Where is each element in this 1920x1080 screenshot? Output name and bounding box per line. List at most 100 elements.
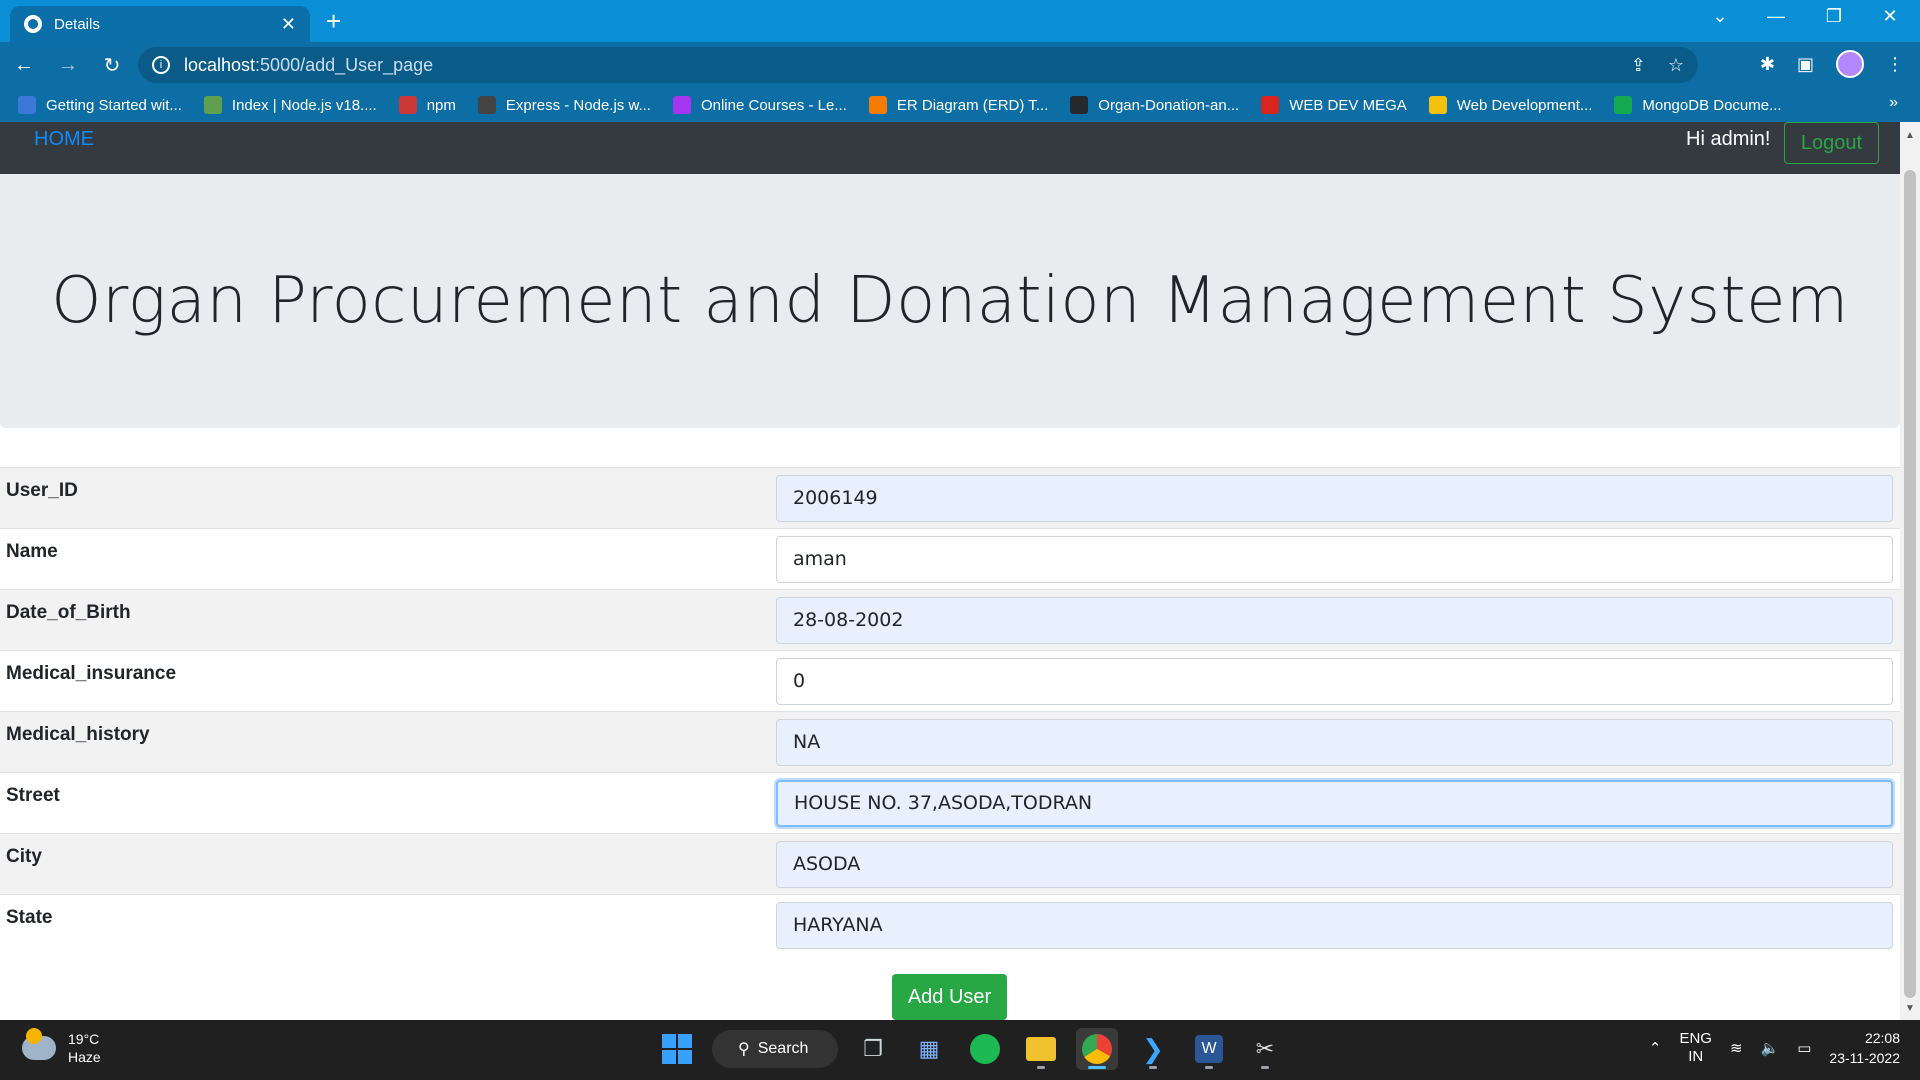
bookmark-item[interactable]: Web Development... [1428, 96, 1593, 114]
bookmark-favicon-icon [868, 96, 887, 114]
scroll-up-icon[interactable]: ▲ [1905, 130, 1915, 141]
clock-date: 23-11-2022 [1829, 1050, 1900, 1066]
field-cell: NA [770, 712, 1900, 773]
bookmark-label: Index | Node.js v18.... [231, 96, 377, 114]
lang-bottom: IN [1688, 1048, 1704, 1065]
field-label: Date_of_Birth [6, 602, 131, 623]
browser-tab[interactable]: Details ✕ [10, 6, 310, 42]
scrollbar-thumb[interactable] [1904, 170, 1916, 998]
field-label: Medical_insurance [6, 663, 177, 684]
bookmark-item[interactable]: Express - Node.js w... [477, 96, 651, 114]
field-label: Name [6, 541, 58, 562]
taskbar-search[interactable]: ⚲ Search [712, 1030, 838, 1068]
menu-icon[interactable]: ⋮ [1886, 54, 1904, 75]
field-label: User_ID [6, 480, 78, 501]
form-row: State HARYANA [0, 894, 1900, 956]
site-info-icon[interactable]: i [152, 56, 170, 74]
tab-close-button[interactable]: ✕ [281, 14, 296, 35]
bookmark-item[interactable]: MongoDB Docume... [1614, 96, 1782, 114]
form-row: Medical_insurance 0 [0, 650, 1900, 712]
bookmark-label: Web Development... [1456, 96, 1593, 114]
chrome-icon[interactable] [1076, 1028, 1118, 1070]
field-input[interactable]: 2006149 [776, 474, 1893, 522]
page-title: Organ Procurement and Donation Managemen… [51, 264, 1849, 338]
bookmark-favicon-icon [672, 96, 691, 114]
minimize-button[interactable]: — [1756, 6, 1796, 27]
word-icon[interactable]: W [1188, 1028, 1230, 1070]
site-navbar: HOME Hi admin! Logout [0, 122, 1900, 174]
bookmark-favicon-icon [1614, 96, 1633, 114]
extensions-icon[interactable]: ✱ [1760, 54, 1775, 75]
side-panel-icon[interactable]: ▣ [1797, 54, 1814, 75]
scroll-down-icon[interactable]: ▼ [1905, 1003, 1915, 1014]
home-link[interactable]: HOME [34, 128, 94, 151]
bookmark-item[interactable]: ER Diagram (ERD) T... [868, 96, 1048, 114]
form-row: Medical_history NA [0, 711, 1900, 773]
weather-widget[interactable]: 19°C Haze [22, 1028, 101, 1066]
bookmark-favicon-icon [1070, 96, 1089, 114]
bookmark-label: MongoDB Docume... [1642, 96, 1782, 114]
wifi-icon[interactable]: ≋ [1730, 1039, 1743, 1057]
weather-temp: 19°C [68, 1031, 100, 1047]
back-icon[interactable]: ← [4, 54, 44, 77]
bookmark-item[interactable]: Getting Started wit... [18, 96, 182, 114]
field-input[interactable]: aman [776, 535, 1893, 583]
bookmark-item[interactable]: Index | Node.js v18.... [203, 96, 377, 114]
bookmark-item[interactable]: Online Courses - Le... [672, 96, 847, 114]
spotify-icon[interactable] [964, 1028, 1006, 1070]
bookmark-favicon-icon [1428, 96, 1447, 114]
bookmark-favicon-icon [18, 96, 36, 114]
battery-icon[interactable]: ▭ [1797, 1039, 1811, 1057]
field-input[interactable]: ASODA [776, 840, 1893, 888]
photos-app-icon[interactable]: ▦ [908, 1028, 950, 1070]
bookmark-item[interactable]: Organ-Donation-an... [1070, 96, 1239, 114]
bookmark-label: Online Courses - Le... [700, 96, 847, 114]
snipping-tool-icon[interactable]: ✂ [1244, 1028, 1286, 1070]
field-label: City [6, 846, 42, 867]
tab-search-icon[interactable]: ⌄ [1700, 6, 1740, 27]
reload-icon[interactable]: ↻ [92, 53, 132, 78]
weather-icon [22, 1028, 56, 1060]
share-icon[interactable]: ⇪ [1631, 55, 1646, 76]
field-input[interactable]: HARYANA [776, 901, 1893, 949]
bookmark-favicon-icon [398, 96, 417, 114]
add-user-button[interactable]: Add User [892, 974, 1007, 1020]
greeting-text: Hi admin! [1686, 128, 1771, 150]
restore-button[interactable]: ❐ [1814, 6, 1854, 27]
forward-icon[interactable]: → [48, 54, 88, 77]
weather-desc: Haze [68, 1049, 101, 1065]
bookmarks-overflow-icon[interactable]: » [1889, 94, 1898, 112]
form-row: Name aman [0, 528, 1900, 590]
logout-button[interactable]: Logout [1784, 122, 1879, 164]
task-view-icon[interactable]: ❐ [852, 1028, 894, 1070]
volume-icon[interactable]: 🔈 [1761, 1039, 1780, 1057]
close-window-button[interactable]: ✕ [1870, 6, 1910, 27]
search-icon: ⚲ [738, 1041, 750, 1058]
page-scrollbar[interactable]: ▲ ▼ [1900, 122, 1920, 1020]
page-viewport: HOME Hi admin! Logout Organ Procurement … [0, 122, 1900, 1020]
vscode-icon[interactable]: ❯ [1132, 1028, 1174, 1070]
field-input[interactable]: 28-08-2002 [776, 596, 1893, 644]
language-indicator[interactable]: ENG IN [1679, 1030, 1712, 1066]
field-input[interactable]: HOUSE NO. 37,ASODA,TODRAN [776, 779, 1893, 827]
bookmark-star-icon[interactable]: ☆ [1668, 55, 1684, 76]
address-bar[interactable]: i localhost :5000/add_User_page ⇪ ☆ [138, 47, 1698, 83]
field-input[interactable]: NA [776, 718, 1893, 766]
field-input[interactable]: 0 [776, 657, 1893, 705]
field-label: Street [6, 785, 60, 806]
start-button[interactable] [656, 1028, 698, 1070]
windows-taskbar: 19°C Haze ⚲ Search ❐ ▦ ❯ W ✂ ⌃ ENG IN ≋ … [0, 1020, 1920, 1080]
lang-top: ENG [1679, 1030, 1712, 1047]
system-clock[interactable]: 22:08 23-11-2022 [1829, 1028, 1900, 1068]
form-row: City ASODA [0, 833, 1900, 895]
profile-avatar[interactable] [1836, 50, 1864, 78]
file-explorer-icon[interactable] [1020, 1028, 1062, 1070]
field-cell: 0 [770, 651, 1900, 712]
bookmark-label: Organ-Donation-an... [1098, 96, 1240, 114]
bookmark-favicon-icon [1261, 96, 1280, 114]
chevron-up-icon[interactable]: ⌃ [1649, 1039, 1662, 1057]
bookmarks-bar: Getting Started wit... Index | Node.js v1… [0, 88, 1920, 122]
new-tab-button[interactable]: + [326, 8, 341, 34]
bookmark-item[interactable]: npm [398, 96, 456, 114]
bookmark-item[interactable]: WEB DEV MEGA [1261, 96, 1407, 114]
